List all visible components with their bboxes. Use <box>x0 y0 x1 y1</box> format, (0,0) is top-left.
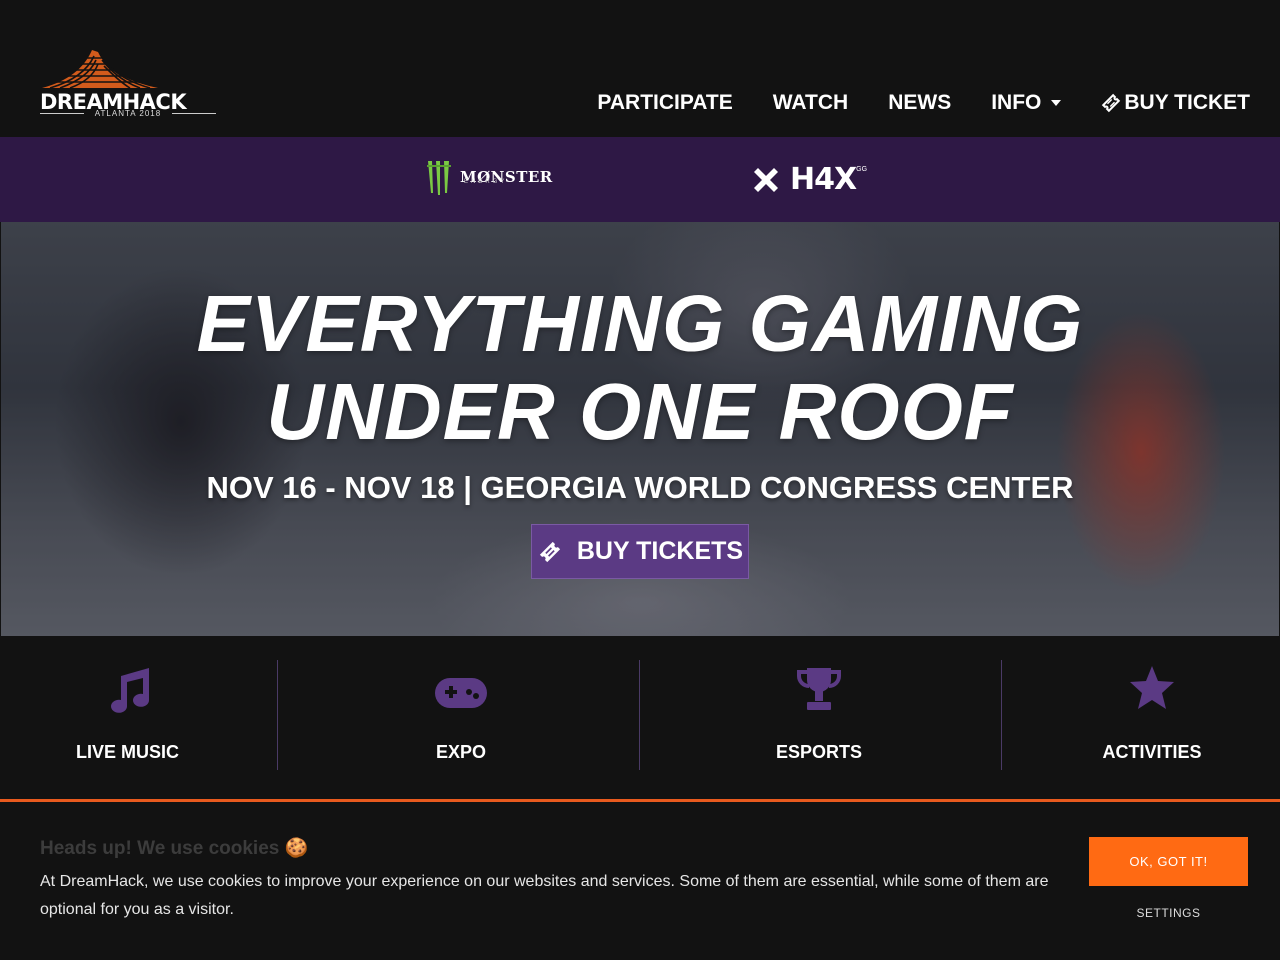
feature-expo[interactable]: EXPO <box>282 636 640 800</box>
h4x-x-icon <box>754 167 778 192</box>
feature-label: LIVE MUSIC <box>75 742 179 762</box>
music-icon <box>110 668 149 713</box>
main-nav: PARTICIPATE WATCH NEWS INFO BUY TICKET <box>557 88 1250 118</box>
h4x-name: H4X <box>790 162 857 197</box>
nav-buy-ticket-label: BUY TICKET <box>1124 91 1250 114</box>
logo-mesh-icon <box>42 50 158 89</box>
ticket-icon <box>1102 93 1121 113</box>
h4x-suffix: GG <box>856 166 868 173</box>
site-header: DREAMHACK ATLANTA 2018 PARTICIPATE WATCH… <box>0 0 1280 137</box>
features-row: LIVE MUSIC EXPO ESPORTS ACTIVITIES <box>0 636 1280 800</box>
gamepad-icon <box>435 678 487 708</box>
nav-buy-ticket[interactable]: BUY TICKET <box>1101 91 1250 115</box>
nav-participate[interactable]: PARTICIPATE <box>597 91 732 115</box>
sponsor-monster-energy[interactable]: MØNSTER ENERGY <box>424 159 553 195</box>
ticket-icon <box>539 541 560 562</box>
monster-sub: ENERGY <box>464 179 508 185</box>
dreamhack-logo[interactable]: DREAMHACK ATLANTA 2018 <box>40 48 218 118</box>
feature-esports[interactable]: ESPORTS <box>640 636 998 800</box>
nav-participate-label: PARTICIPATE <box>597 91 733 114</box>
feature-label: ESPORTS <box>775 742 863 762</box>
nav-watch[interactable]: WATCH <box>773 91 848 115</box>
trophy-icon <box>797 668 841 710</box>
logo-subtitle: ATLANTA 2018 <box>40 109 216 118</box>
hero-subtitle: NOV 16 - NOV 18 | GEORGIA WORLD CONGRESS… <box>206 470 1074 505</box>
hero-title: EVERYTHING GAMING UNDER ONE ROOF <box>1 280 1279 456</box>
sponsor-h4x[interactable]: H4X GG <box>750 162 867 197</box>
star-icon <box>1130 666 1174 709</box>
buy-tickets-button[interactable]: BUY TICKETS <box>531 524 749 579</box>
caret-down-icon <box>1051 100 1062 106</box>
cookie-banner: Heads up! We use cookies 🍪 At DreamHack,… <box>0 802 1280 960</box>
nav-news-label: NEWS <box>888 91 952 114</box>
nav-info-dropdown[interactable]: INFO <box>991 91 1062 115</box>
feature-live-music[interactable]: LIVE MUSIC <box>0 636 255 800</box>
nav-watch-label: WATCH <box>772 91 849 114</box>
nav-news[interactable]: NEWS <box>888 91 951 115</box>
nav-info-label: INFO <box>991 91 1042 114</box>
sponsor-bar: MØNSTER ENERGY H4X GG <box>0 137 1280 222</box>
feature-label: ACTIVITIES <box>1102 742 1202 762</box>
feature-label: EXPO <box>435 742 487 762</box>
cookie-text: At DreamHack, we use cookies to improve … <box>40 873 1049 918</box>
monster-claw-icon <box>427 161 451 195</box>
cookie-settings-link[interactable]: SETTINGS <box>1089 906 1248 920</box>
accept-cookies-button[interactable]: OK, GOT IT! <box>1089 837 1248 886</box>
feature-activities[interactable]: ACTIVITIES <box>1002 636 1280 800</box>
feature-divider <box>277 660 278 770</box>
buy-tickets-label: BUY TICKETS <box>576 537 744 565</box>
hero-title-line1: EVERYTHING GAMING <box>196 279 1084 368</box>
cookie-title: Heads up! We use cookies 🍪 <box>40 838 309 859</box>
hero-banner: EVERYTHING GAMING UNDER ONE ROOF NOV 16 … <box>1 222 1279 636</box>
hero-title-line2: UNDER ONE ROOF <box>266 367 1014 456</box>
